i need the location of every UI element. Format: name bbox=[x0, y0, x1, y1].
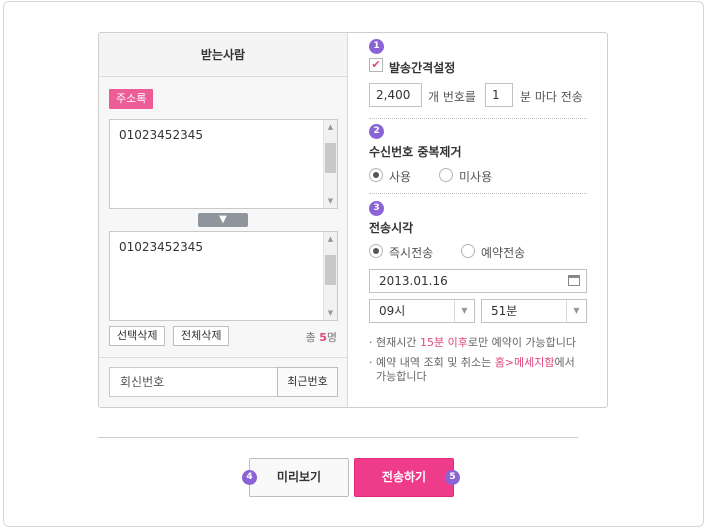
recipients-section: 받는사람 주소록 01023452345 ▲ ▼ ▼ 01023452345 ▲… bbox=[99, 33, 348, 407]
add-to-list-button[interactable]: ▼ bbox=[198, 213, 248, 227]
send-button[interactable]: 전송하기 bbox=[354, 458, 454, 497]
recipients-title: 받는사람 bbox=[99, 33, 347, 77]
dedupe-title: 수신번호 중복제거 bbox=[369, 145, 462, 159]
calendar-icon[interactable] bbox=[568, 275, 580, 286]
send-now-radio[interactable] bbox=[369, 244, 383, 258]
step-badge-4: 4 bbox=[242, 470, 257, 485]
recipient-list-area[interactable]: 01023452345 ▲ ▼ bbox=[109, 231, 338, 321]
dedupe-use-label[interactable]: 사용 bbox=[389, 168, 411, 185]
interval-minutes-input[interactable]: 1 bbox=[485, 83, 513, 107]
scroll-down-icon[interactable]: ▼ bbox=[324, 307, 337, 319]
reserve-hour-select[interactable]: 09시 ▼ bbox=[369, 299, 475, 323]
send-now-label[interactable]: 즉시전송 bbox=[389, 244, 433, 261]
divider bbox=[98, 437, 578, 438]
reserve-date-input[interactable]: 2013.01.16 bbox=[369, 269, 587, 293]
send-settings-panel: 받는사람 주소록 01023452345 ▲ ▼ ▼ 01023452345 ▲… bbox=[98, 32, 608, 408]
delete-selected-button[interactable]: 선택삭제 bbox=[109, 326, 166, 346]
recipient-total: 총 5명 bbox=[306, 329, 337, 345]
total-suffix: 명 bbox=[326, 331, 337, 344]
reserve-minute-select[interactable]: 51분 ▼ bbox=[481, 299, 587, 323]
scroll-up-icon[interactable]: ▲ bbox=[324, 121, 337, 133]
step-badge-3: 3 bbox=[369, 201, 384, 216]
interval-count-suffix: 개 번호를 bbox=[428, 90, 476, 104]
divider bbox=[369, 193, 587, 194]
send-time-title: 전송시각 bbox=[369, 221, 414, 235]
scroll-thumb[interactable] bbox=[325, 255, 336, 285]
message-box-link[interactable]: 홈>메세지함 bbox=[495, 356, 555, 369]
scroll-up-icon[interactable]: ▲ bbox=[324, 233, 337, 245]
delete-all-button[interactable]: 전체삭제 bbox=[173, 326, 230, 346]
checkmark-icon: ✔ bbox=[371, 58, 381, 71]
send-options-section: 1 ✔ 발송간격설정 2,400 개 번호를 1 분 마다 전송 2 수신번호 … bbox=[349, 33, 607, 407]
step-badge-5: 5 bbox=[445, 470, 460, 485]
divider bbox=[369, 118, 587, 119]
dedupe-not-use-radio[interactable] bbox=[439, 168, 453, 182]
reserve-note-1: · 현재시간 15분 이후로만 예약이 가능합니다 bbox=[369, 336, 577, 349]
interval-minutes-suffix: 분 마다 전송 bbox=[520, 90, 583, 104]
address-book-button[interactable]: 주소록 bbox=[109, 89, 154, 109]
chevron-down-icon: ▼ bbox=[219, 214, 227, 225]
total-count: 5 bbox=[319, 331, 327, 344]
total-prefix: 총 bbox=[305, 331, 316, 344]
reply-number-input[interactable]: 회신번호 bbox=[109, 367, 278, 397]
chevron-down-icon: ▼ bbox=[566, 300, 586, 322]
dedupe-use-radio[interactable] bbox=[369, 168, 383, 182]
chevron-down-icon: ▼ bbox=[454, 300, 474, 322]
reserve-date-value: 2013.01.16 bbox=[379, 274, 448, 288]
send-reserve-radio[interactable] bbox=[461, 244, 475, 258]
recipient-input-text: 01023452345 bbox=[119, 128, 203, 142]
scroll-down-icon[interactable]: ▼ bbox=[324, 195, 337, 207]
recipient-input-scrollbar[interactable]: ▲ ▼ bbox=[323, 120, 337, 208]
interval-count-input[interactable]: 2,400 bbox=[369, 83, 422, 107]
recipient-list-scrollbar[interactable]: ▲ ▼ bbox=[323, 232, 337, 320]
scroll-thumb[interactable] bbox=[325, 143, 336, 173]
reserve-minute-value: 51분 bbox=[491, 304, 518, 318]
dedupe-not-use-label[interactable]: 미사용 bbox=[459, 168, 492, 185]
divider bbox=[99, 357, 347, 358]
interval-title: 발송간격설정 bbox=[389, 61, 456, 75]
step-badge-2: 2 bbox=[369, 124, 384, 139]
recipient-list-text: 01023452345 bbox=[119, 240, 203, 254]
reserve-hour-value: 09시 bbox=[379, 304, 406, 318]
interval-checkbox[interactable]: ✔ bbox=[369, 58, 383, 72]
recent-numbers-button[interactable]: 최근번호 bbox=[277, 367, 338, 397]
recipient-input-area[interactable]: 01023452345 ▲ ▼ bbox=[109, 119, 338, 209]
send-reserve-label[interactable]: 예약전송 bbox=[481, 244, 525, 261]
reserve-note-2: · 예약 내역 조회 및 취소는 홈>메세지함에서 가능합니다 bbox=[369, 356, 575, 383]
step-badge-1: 1 bbox=[369, 39, 384, 54]
preview-button[interactable]: 미리보기 bbox=[249, 458, 349, 497]
